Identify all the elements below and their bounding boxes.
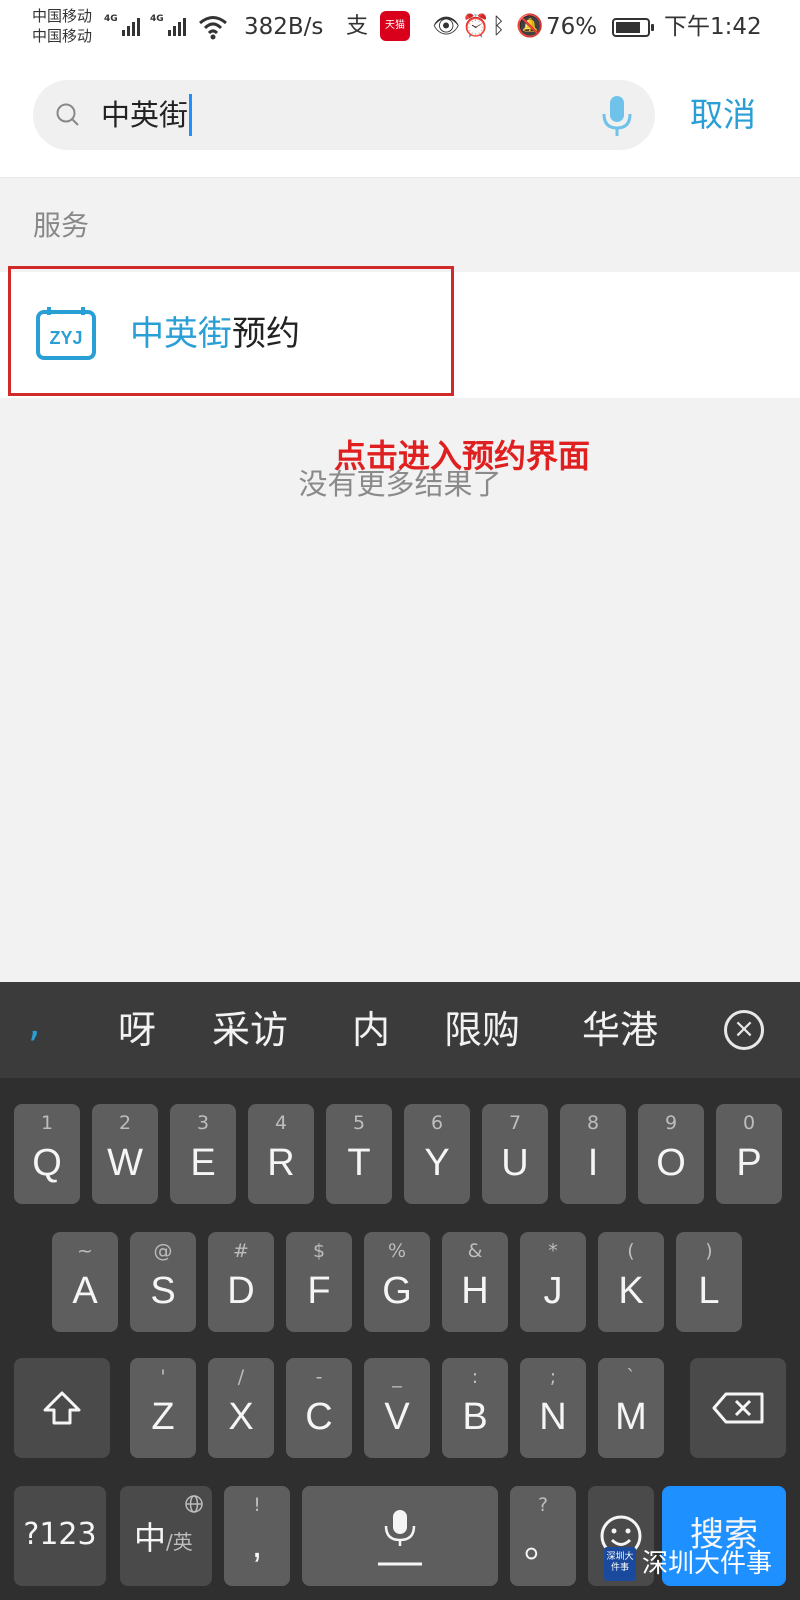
key-a[interactable]: ~ A xyxy=(52,1232,118,1332)
signal-icon: 4G xyxy=(150,14,186,36)
key-i[interactable]: 8I xyxy=(560,1104,626,1204)
search-icon xyxy=(56,103,79,126)
candidate-item[interactable]: 呀 xyxy=(118,1006,156,1054)
key-q[interactable]: 1Q xyxy=(14,1104,80,1204)
period-key[interactable]: ?。 xyxy=(510,1486,576,1586)
key-j[interactable]: * J xyxy=(520,1232,586,1332)
tmall-icon: 天猫 xyxy=(380,11,410,41)
key-h[interactable]: & H xyxy=(442,1232,508,1332)
globe-icon xyxy=(185,1495,203,1513)
key-c[interactable]: -C xyxy=(286,1358,352,1458)
watermark-logo: 深圳大件事 xyxy=(604,1547,636,1581)
key-g[interactable]: % G xyxy=(364,1232,430,1332)
network-speed: 382B/s xyxy=(244,14,324,40)
key-e[interactable]: 3E xyxy=(170,1104,236,1204)
soft-keyboard: , 呀 采访 内 限购 华港 × 1Q 2W 3E 4R 5T 6Y 7U 8I… xyxy=(0,982,800,1600)
backspace-icon xyxy=(712,1392,764,1424)
annotation-text: 点击进入预约界面 xyxy=(334,437,591,475)
backspace-key[interactable] xyxy=(690,1358,786,1458)
alarm-icon: ⏰ xyxy=(462,14,490,39)
lang-main: 中 xyxy=(134,1519,167,1557)
carrier-labels: 中国移动 中国移动 xyxy=(32,6,92,46)
network-type-1: 4G xyxy=(104,14,118,24)
candidate-item[interactable]: 内 xyxy=(352,1006,390,1054)
numbers-key[interactable]: ?123 xyxy=(14,1486,106,1586)
key-s[interactable]: @ S xyxy=(130,1232,196,1332)
key-u[interactable]: 7U xyxy=(482,1104,548,1204)
wifi-icon xyxy=(199,16,227,40)
network-type-2: 4G xyxy=(150,14,164,24)
key-b[interactable]: :B xyxy=(442,1358,508,1458)
lang-sub: /英 xyxy=(166,1530,193,1554)
section-label-services: 服务 xyxy=(0,179,800,271)
key-o[interactable]: 9O xyxy=(638,1104,704,1204)
carrier-1: 中国移动 xyxy=(32,7,93,25)
cancel-button[interactable]: 取消 xyxy=(690,90,756,140)
key-w[interactable]: 2W xyxy=(92,1104,158,1204)
status-bar: 中国移动 中国移动 4G 4G 382B/s 支 天猫 👁 ⏰ ᛒ 🔕 76% … xyxy=(0,0,800,54)
key-y[interactable]: 6Y xyxy=(404,1104,470,1204)
eye-icon: 👁 xyxy=(432,14,460,39)
text-caret xyxy=(189,94,193,136)
key-r[interactable]: 4R xyxy=(248,1104,314,1204)
search-query: 中英街 xyxy=(101,94,193,136)
search-header: 中英街 取消 xyxy=(0,54,800,178)
key-m[interactable]: ` M xyxy=(598,1358,664,1458)
battery-icon xyxy=(612,18,654,37)
shift-key[interactable] xyxy=(14,1358,110,1458)
microphone-icon xyxy=(378,1510,422,1566)
key-p[interactable]: 0P xyxy=(716,1104,782,1204)
shift-icon xyxy=(43,1391,81,1425)
key-d[interactable]: # D xyxy=(208,1232,274,1332)
voice-input-icon[interactable] xyxy=(597,94,637,138)
alipay-icon: 支 xyxy=(346,14,369,39)
candidate-item[interactable]: 限购 xyxy=(444,1006,520,1054)
clock: 下午1:42 xyxy=(664,14,762,40)
search-query-text: 中英街 xyxy=(101,98,189,132)
language-switch-key[interactable]: 中/英 xyxy=(120,1486,212,1586)
watermark-text: 深圳大件事 xyxy=(642,1549,773,1579)
battery-percent: 76% xyxy=(546,14,598,40)
mute-icon: 🔕 xyxy=(516,14,544,39)
candidate-item[interactable]: 华港 xyxy=(582,1006,658,1054)
key-v[interactable]: _ V xyxy=(364,1358,430,1458)
close-candidates-icon[interactable]: × xyxy=(724,1010,764,1050)
signal-icon: 4G xyxy=(104,14,140,36)
comma-key[interactable]: !, xyxy=(224,1486,290,1586)
key-l[interactable]: ) L xyxy=(676,1232,742,1332)
search-input[interactable]: 中英街 xyxy=(33,80,655,150)
carrier-2: 中国移动 xyxy=(32,27,93,45)
key-f[interactable]: $ F xyxy=(286,1232,352,1332)
candidate-bar: , 呀 采访 内 限购 华港 × xyxy=(0,982,800,1078)
key-k[interactable]: (K xyxy=(598,1232,664,1332)
bluetooth-icon: ᛒ xyxy=(492,14,506,39)
key-t[interactable]: 5T xyxy=(326,1104,392,1204)
key-x[interactable]: / X xyxy=(208,1358,274,1458)
candidate-item[interactable]: 采访 xyxy=(212,1006,288,1054)
watermark: 深圳大件事 深圳大件事 xyxy=(604,1547,772,1581)
key-z[interactable]: ' Z xyxy=(130,1358,196,1458)
key-n[interactable]: ; N xyxy=(520,1358,586,1458)
annotation-highlight-box xyxy=(8,266,454,396)
candidate-comma[interactable]: , xyxy=(28,1000,41,1046)
space-key[interactable] xyxy=(302,1486,498,1586)
